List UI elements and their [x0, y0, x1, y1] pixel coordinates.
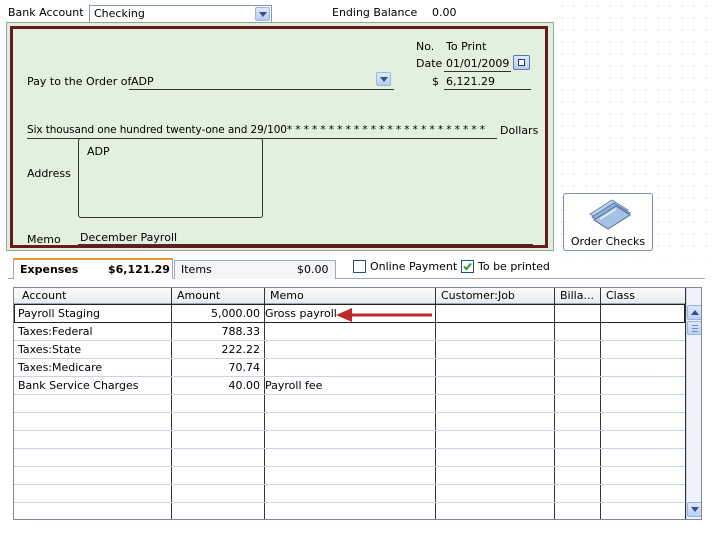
order-checks-label: Order Checks — [570, 235, 646, 248]
amount-value[interactable]: 6,121.29 — [446, 75, 495, 88]
order-checks-button[interactable]: Order Checks — [563, 193, 653, 251]
to-be-printed-checkbox[interactable] — [461, 260, 474, 273]
expenses-grid: Account Amount Memo Customer:Job Billa..… — [13, 287, 702, 520]
row-5-memo[interactable]: Payroll fee — [265, 377, 322, 394]
row-separator — [14, 502, 685, 503]
tab-items[interactable]: Items $0.00 — [174, 260, 336, 279]
payee-dropdown-icon[interactable] — [376, 72, 391, 86]
to-be-printed-label: To be printed — [478, 260, 550, 273]
memo-value[interactable]: December Payroll — [80, 231, 177, 244]
row-separator — [14, 484, 685, 485]
row-4-amount[interactable]: 70.74 — [172, 359, 261, 376]
check-no-label: No. — [416, 40, 435, 53]
arrow-annotation-icon — [336, 308, 432, 322]
bank-account-label: Bank Account — [8, 6, 84, 19]
tab-expenses[interactable]: Expenses $6,121.29 — [13, 258, 173, 279]
header-memo[interactable]: Memo — [270, 288, 304, 304]
memo-label: Memo — [27, 233, 61, 246]
header-amount[interactable]: Amount — [177, 288, 220, 304]
scroll-up-icon[interactable] — [687, 305, 701, 320]
row-4-account[interactable]: Taxes:Medicare — [18, 359, 102, 376]
payee-value[interactable]: ADP — [131, 75, 154, 88]
row-3-amount[interactable]: 222.22 — [172, 341, 261, 358]
dollars-label: Dollars — [500, 124, 539, 137]
header-account[interactable]: Account — [22, 288, 66, 304]
checkmark-icon — [463, 262, 472, 271]
row-3-account[interactable]: Taxes:State — [18, 341, 81, 358]
header-customer-job[interactable]: Customer:Job — [441, 288, 515, 304]
row-1-amount[interactable]: 5,000.00 — [172, 305, 260, 322]
amount-in-words: Six thousand one hundred twenty-one and … — [27, 124, 485, 136]
scroll-down-icon[interactable] — [687, 502, 701, 517]
date-value[interactable]: 01/01/2009 — [446, 57, 509, 70]
row-2-account[interactable]: Taxes:Federal — [18, 323, 93, 340]
memo-underline — [78, 244, 533, 245]
tab-items-total: $0.00 — [297, 263, 329, 276]
amount-underline — [444, 89, 531, 90]
row-separator — [14, 394, 685, 395]
header-billable[interactable]: Billa... — [560, 288, 594, 304]
ending-balance-label: Ending Balance — [332, 6, 418, 19]
row-separator — [14, 340, 685, 341]
row-separator — [14, 466, 685, 467]
ending-balance-value: 0.00 — [432, 6, 457, 19]
calendar-icon[interactable] — [513, 55, 530, 70]
tab-expenses-label: Expenses — [20, 263, 79, 276]
address-value: ADP — [87, 145, 110, 158]
address-label: Address — [27, 167, 71, 180]
vertical-scrollbar[interactable] — [686, 288, 701, 519]
row-separator — [14, 358, 685, 359]
row-separator — [14, 412, 685, 413]
chevron-down-icon[interactable] — [255, 7, 270, 21]
row-5-account[interactable]: Bank Service Charges — [18, 377, 138, 394]
row-1-memo[interactable]: Gross payroll — [265, 305, 337, 322]
header-class[interactable]: Class — [606, 288, 635, 304]
dollar-sign: $ — [432, 75, 439, 88]
payee-underline — [129, 89, 394, 90]
bank-account-dropdown[interactable]: Checking — [89, 5, 272, 23]
check-no-value[interactable]: To Print — [446, 40, 486, 53]
online-payment-label: Online Payment — [370, 260, 458, 273]
date-underline — [444, 71, 511, 72]
online-payment-checkbox[interactable] — [353, 260, 366, 273]
row-5-amount[interactable]: 40.00 — [172, 377, 261, 394]
bank-account-value: Checking — [94, 7, 145, 20]
pay-to-label: Pay to the Order of — [27, 75, 132, 88]
tab-items-label: Items — [181, 263, 212, 276]
row-separator — [14, 430, 685, 431]
row-1-account[interactable]: Payroll Staging — [18, 305, 100, 322]
tab-expenses-total: $6,121.29 — [108, 263, 170, 276]
address-box[interactable]: ADP — [78, 138, 263, 218]
row-2-amount[interactable]: 788.33 — [172, 323, 261, 340]
scroll-thumb[interactable] — [687, 321, 701, 335]
checkbook-icon — [589, 199, 631, 230]
row-separator — [14, 448, 685, 449]
date-label: Date — [416, 57, 443, 70]
